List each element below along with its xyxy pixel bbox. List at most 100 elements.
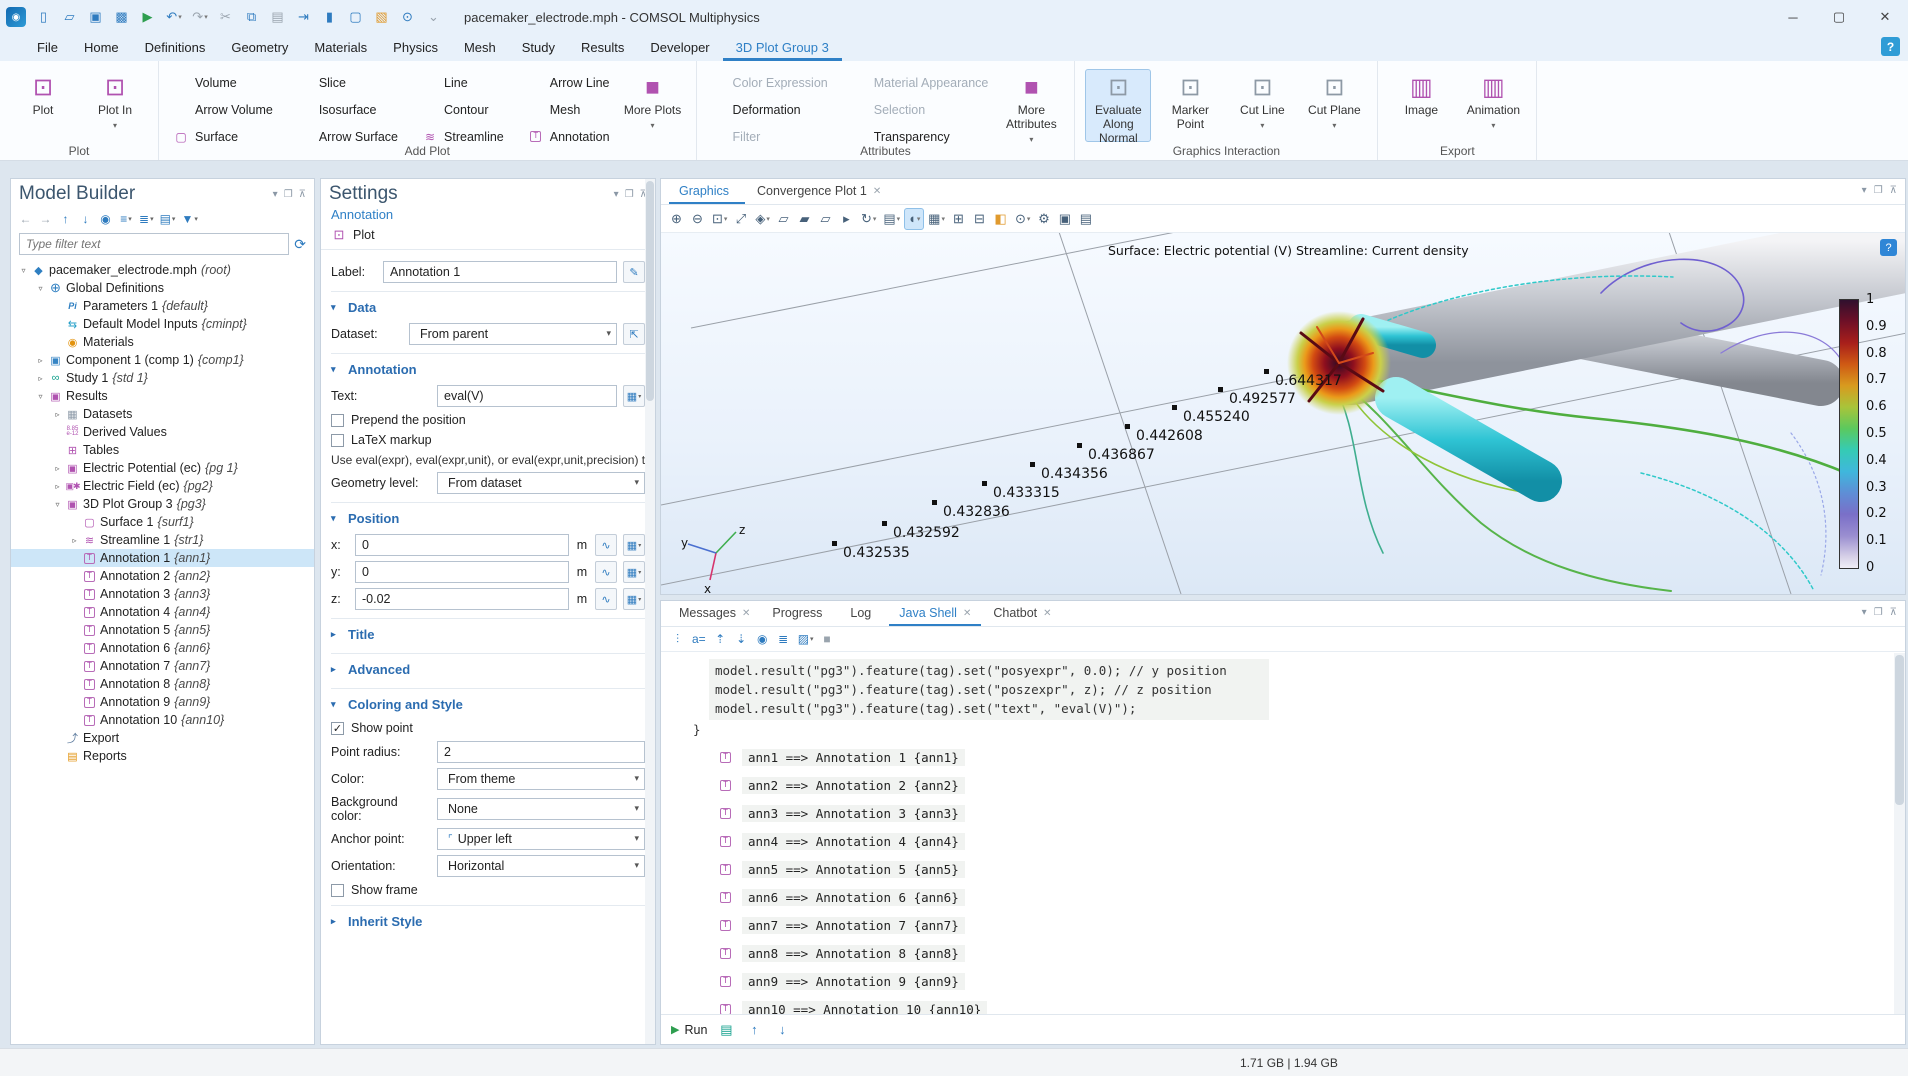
- tree-node[interactable]: Annotation 8 {ann8}: [11, 675, 314, 693]
- tree-node[interactable]: Annotation 7 {ann7}: [11, 657, 314, 675]
- move-down-icon[interactable]: ↓: [77, 209, 95, 229]
- tree-node[interactable]: ▹ Electric Potential (ec) {pg 1}: [11, 459, 314, 477]
- expression-menu-icon[interactable]: ▦▾: [623, 534, 645, 556]
- graphics-tab[interactable]: Convergence Plot 1 ✕: [747, 180, 891, 204]
- view-zx-icon[interactable]: ▱: [816, 208, 836, 230]
- close-tab-icon[interactable]: ✕: [963, 608, 971, 619]
- tree-node[interactable]: ▿ Results: [11, 387, 314, 405]
- graphics-interaction-button[interactable]: ⊡ Marker Point: [1157, 69, 1223, 142]
- add-plot-item[interactable]: Arrow Line: [524, 74, 614, 92]
- console-tab[interactable]: Chatbot ✕: [983, 602, 1061, 626]
- menu-tab[interactable]: Developer: [637, 36, 722, 61]
- more-attributes-button[interactable]: ■ More Attributes ▾: [998, 69, 1064, 142]
- pin-panel-icon[interactable]: ⊼: [299, 189, 306, 200]
- run-icon[interactable]: ▶: [136, 4, 160, 30]
- show-point-checkbox[interactable]: [331, 722, 344, 735]
- zoom-extents-icon[interactable]: ⤢: [731, 208, 751, 230]
- range-icon[interactable]: ∿: [595, 588, 617, 610]
- settings-plot-button[interactable]: ⊡ Plot: [331, 227, 375, 243]
- clear-shell-icon[interactable]: ▨▾: [796, 629, 816, 649]
- delete-icon[interactable]: ▮: [318, 4, 342, 30]
- tree-expander-icon[interactable]: ▿: [34, 392, 47, 401]
- redo-icon[interactable]: ↷▾: [188, 4, 212, 30]
- show-icon[interactable]: ◉: [97, 209, 115, 229]
- menu-tab[interactable]: Physics: [380, 36, 451, 61]
- save-as-icon[interactable]: ▩: [110, 4, 134, 30]
- tree-node[interactable]: Derived Values: [11, 423, 314, 441]
- maximize-icon[interactable]: ▢: [1816, 0, 1862, 34]
- table-icon[interactable]: ▦▾: [925, 208, 948, 230]
- dataset-select[interactable]: From parent: [409, 323, 617, 345]
- add-plot-item[interactable]: Surface: [169, 128, 277, 146]
- console-tab[interactable]: Log: [840, 602, 887, 626]
- view-xy-icon[interactable]: ▱: [774, 208, 794, 230]
- open-icon[interactable]: ▱: [58, 4, 82, 30]
- panel-menu-icon[interactable]: ▾: [273, 189, 278, 200]
- minimize-icon[interactable]: ─: [1770, 0, 1816, 34]
- show-hidden-icon[interactable]: ◉: [754, 629, 772, 649]
- refresh-icon[interactable]: ⟳: [294, 236, 306, 253]
- rename-icon[interactable]: ✎: [623, 261, 645, 283]
- section-data[interactable]: ▾ Data: [331, 298, 645, 318]
- zoom-in-icon[interactable]: ⊕: [667, 208, 687, 230]
- position-input[interactable]: -0.02: [355, 588, 569, 610]
- tree-expander-icon[interactable]: ▹: [34, 374, 47, 383]
- assignments-icon[interactable]: a=: [690, 629, 709, 649]
- tree-expander-icon[interactable]: ▹: [51, 482, 64, 491]
- copy-icon[interactable]: ⧉: [240, 4, 264, 30]
- tree-node[interactable]: Default Model Inputs {cminpt}: [11, 315, 314, 333]
- run-button[interactable]: ▶ Run: [671, 1023, 707, 1037]
- tree-node[interactable]: Parameters 1 {default}: [11, 297, 314, 315]
- zoom-out-icon[interactable]: ⊖: [688, 208, 708, 230]
- attribute-item[interactable]: Selection: [848, 101, 993, 119]
- tree-node[interactable]: ▿ pacemaker_electrode.mph (root): [11, 261, 314, 279]
- clear-graphics-icon[interactable]: ▧: [370, 4, 394, 30]
- menu-tab[interactable]: Geometry: [218, 36, 301, 61]
- tree-node[interactable]: Annotation 10 {ann10}: [11, 711, 314, 729]
- add-plot-item[interactable]: Volume: [169, 74, 277, 92]
- tree-node[interactable]: Annotation 9 {ann9}: [11, 693, 314, 711]
- import-icon[interactable]: ⇥: [292, 4, 316, 30]
- float-panel-icon[interactable]: ❐: [1874, 185, 1883, 196]
- view-yz-icon[interactable]: ▰: [795, 208, 815, 230]
- tree-expander-icon[interactable]: ▹: [34, 356, 47, 365]
- keyboard-input-icon[interactable]: ▤: [717, 1020, 735, 1040]
- word-wrap-icon[interactable]: ≣: [775, 629, 793, 649]
- console-tab[interactable]: Progress: [762, 602, 838, 626]
- attribute-item[interactable]: Deformation: [707, 101, 832, 119]
- back-icon[interactable]: ←: [17, 209, 35, 229]
- add-plot-item[interactable]: Contour: [418, 101, 508, 119]
- menu-tab[interactable]: Definitions: [132, 36, 219, 61]
- menu-tab-contextual[interactable]: 3D Plot Group 3: [723, 36, 842, 61]
- close-tab-icon[interactable]: ✕: [742, 608, 750, 619]
- tree-node[interactable]: Annotation 1 {ann1}: [11, 549, 314, 567]
- pin-panel-icon[interactable]: ⊼: [1890, 607, 1897, 618]
- tree-expander-icon[interactable]: ▿: [51, 500, 64, 509]
- menu-tab[interactable]: Results: [568, 36, 637, 61]
- java-shell-output[interactable]: model.result("pg3").feature(tag).set("po…: [661, 653, 1905, 1014]
- zoom-selection-icon[interactable]: ▢: [344, 4, 368, 30]
- tree-filter-input[interactable]: [19, 233, 289, 255]
- default-view-icon[interactable]: ◈▾: [752, 208, 773, 230]
- paste-icon[interactable]: ▤: [266, 4, 290, 30]
- geometry-level-select[interactable]: From dataset: [437, 472, 645, 494]
- add-plot-item[interactable]: Arrow Surface: [293, 128, 402, 146]
- tree-node[interactable]: Annotation 3 {ann3}: [11, 585, 314, 603]
- close-icon[interactable]: ✕: [1862, 0, 1908, 34]
- float-panel-icon[interactable]: ❐: [1874, 607, 1883, 618]
- context-help-icon[interactable]: ?: [1880, 239, 1897, 256]
- tree-expander-icon[interactable]: ▹: [68, 536, 81, 545]
- section-advanced[interactable]: ▸ Advanced: [331, 660, 645, 680]
- play-animation-icon[interactable]: ▸: [837, 208, 857, 230]
- section-position[interactable]: ▾ Position: [331, 509, 645, 529]
- prepend-position-checkbox[interactable]: [331, 414, 344, 427]
- node-grouping-icon[interactable]: ▤▾: [158, 209, 178, 229]
- graphics-interaction-button[interactable]: ⊡ Cut Plane ▾: [1301, 69, 1367, 142]
- scene-settings-icon[interactable]: ▤▾: [880, 208, 903, 230]
- transparency-toggle-icon[interactable]: ◧: [991, 208, 1011, 230]
- graphics-canvas[interactable]: Surface: Electric potential (V) Streamli…: [661, 233, 1905, 594]
- tree-node[interactable]: ▹ Streamline 1 {str1}: [11, 531, 314, 549]
- graphics-interaction-button[interactable]: ⊡ Cut Line ▾: [1229, 69, 1295, 142]
- tree-expander-icon[interactable]: ▹: [51, 464, 64, 473]
- tree-node[interactable]: ▹ Study 1 {std 1}: [11, 369, 314, 387]
